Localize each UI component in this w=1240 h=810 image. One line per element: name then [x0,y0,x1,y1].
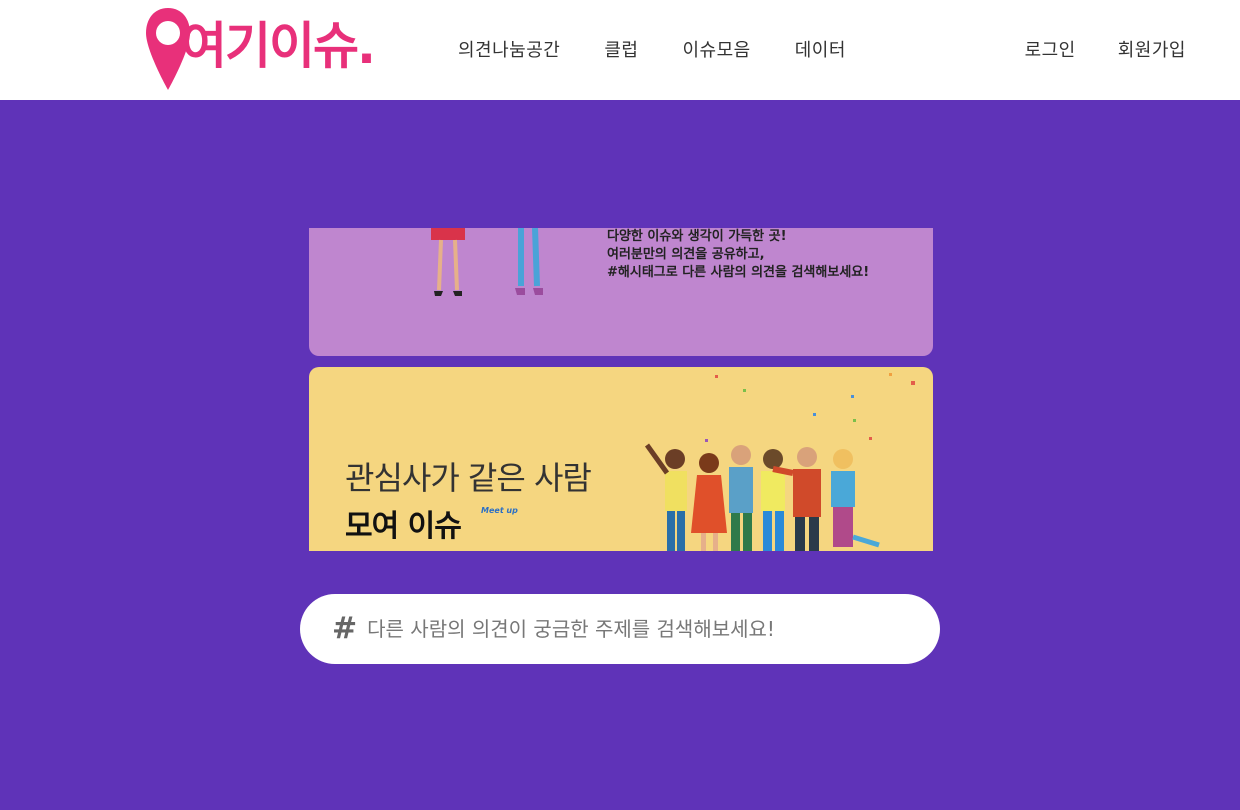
search-input[interactable] [367,617,908,641]
main-nav: 의견나눔공간 클럽 이슈모음 데이터 [458,36,890,62]
banner-purple-line: #해시태그로 다른 사람의 의견을 검색해보세요! [607,265,870,280]
nav-item-data[interactable]: 데이터 [795,36,846,62]
logo-text: 여기이슈. [181,17,376,75]
nav-item-issues[interactable]: 이슈모음 [682,36,750,62]
group-of-people-illustration [644,373,915,551]
signup-link[interactable]: 회원가입 [1118,36,1186,62]
people-illustration [431,228,543,296]
auth-links: 로그인 회원가입 [983,36,1186,62]
site-header: 여기이슈. 의견나눔공간 클럽 이슈모음 데이터 로그인 회원가입 [0,0,1240,100]
banner-slide-yellow[interactable]: 관심사가 같은 사람 모여 이슈 Meet up [309,367,933,551]
banner-purple-text: 다양한 이슈와 생각이 가득한 곳! 여러분만의 의견을 공유하고, #해시태그… [607,228,869,282]
banner-purple-line: 다양한 이슈와 생각이 가득한 곳! [607,229,787,244]
banner-yellow-subtitle: 모여 이슈 [345,509,462,544]
nav-item-club[interactable]: 클럽 [604,36,638,62]
hashtag-search-bar[interactable]: # [300,594,940,664]
hash-icon: # [332,611,358,646]
banner-slide-purple[interactable]: 다양한 이슈와 생각이 가득한 곳! 여러분만의 의견을 공유하고, #해시태그… [309,228,933,356]
site-logo[interactable]: 여기이슈. [143,4,399,94]
meetup-tag: Meet up [481,506,518,515]
login-link[interactable]: 로그인 [1025,36,1076,62]
banner-yellow-title: 관심사가 같은 사람 [345,459,592,497]
nav-item-opinion-space[interactable]: 의견나눔공간 [458,36,560,62]
banner-purple-line: 여러분만의 의견을 공유하고, [607,247,765,262]
